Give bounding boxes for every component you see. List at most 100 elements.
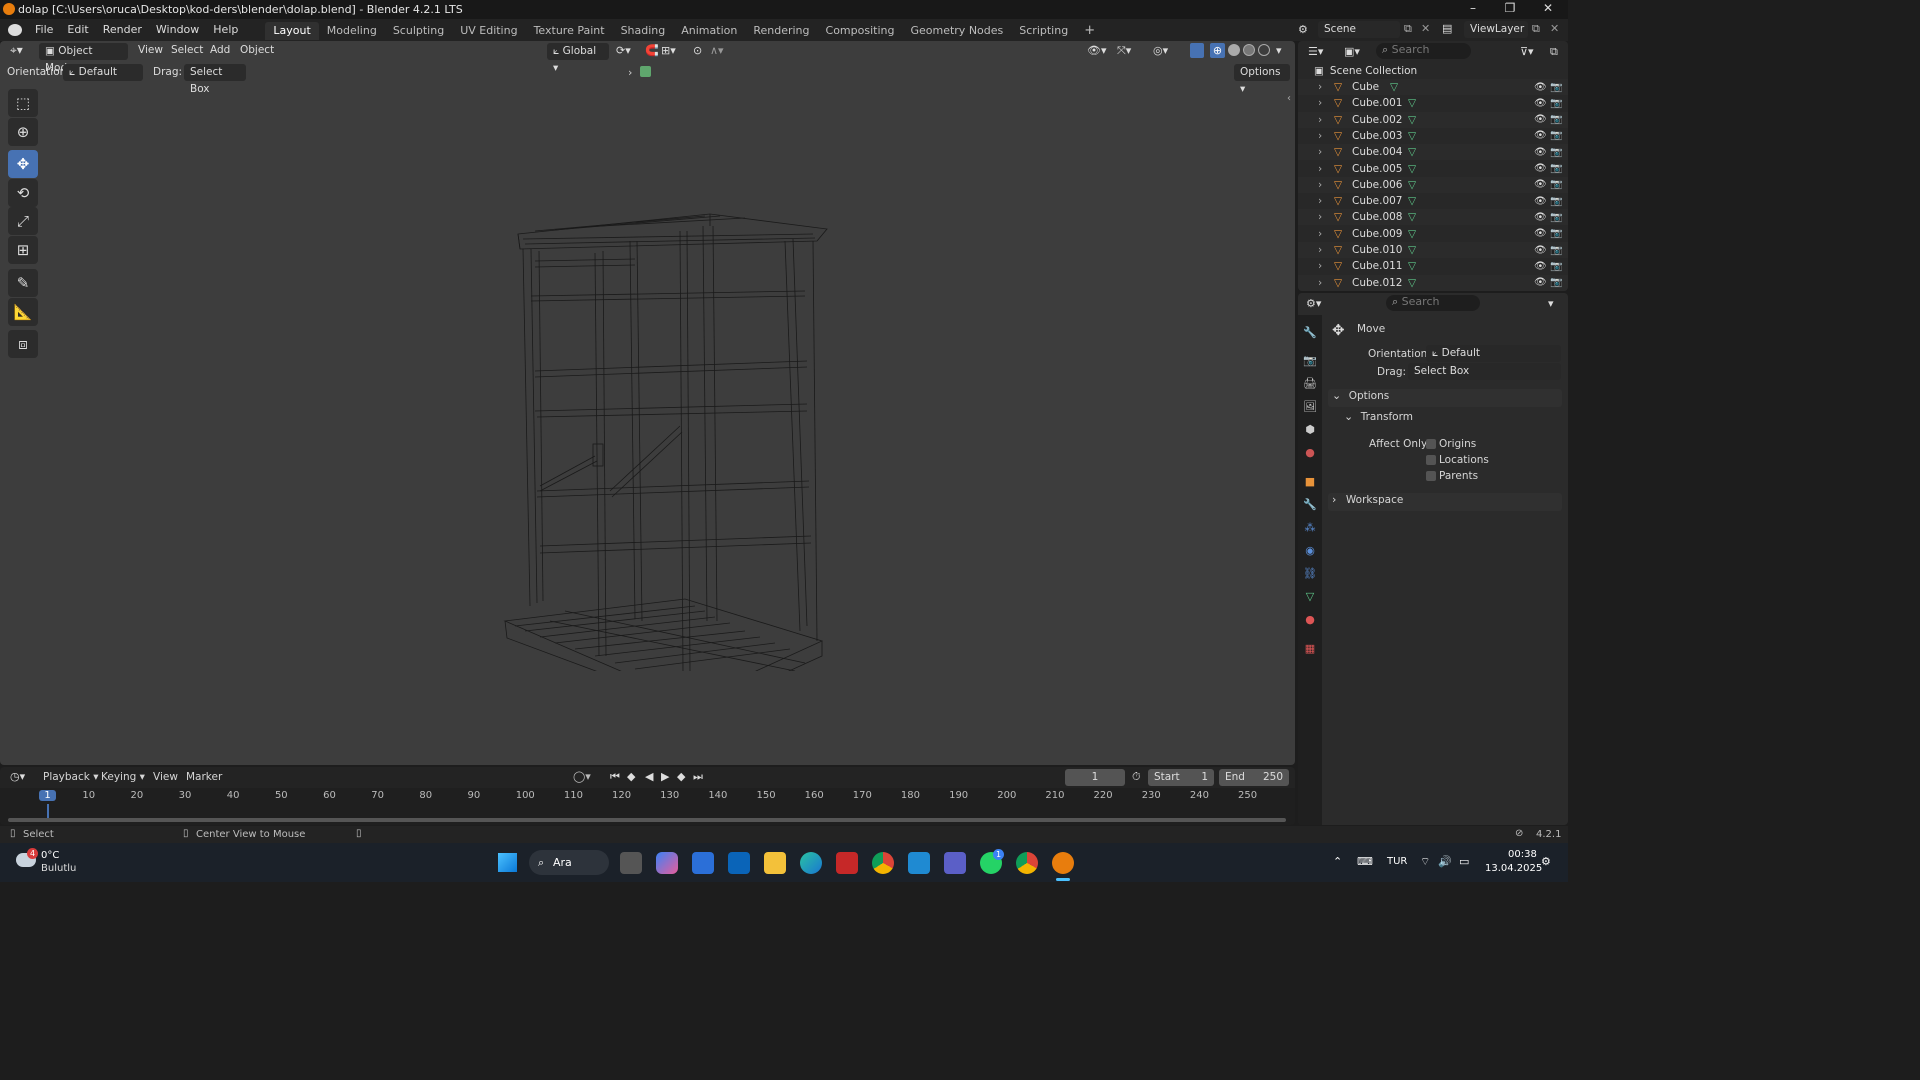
display-mode-icon[interactable]: ▣▾ — [1344, 45, 1360, 58]
snap-icon[interactable]: 🧲 — [645, 44, 659, 57]
camera-icon[interactable]: 📷 — [1550, 147, 1562, 158]
wifi-icon[interactable]: ⌔ — [1420, 855, 1430, 869]
camera-icon[interactable]: 📷 — [1550, 98, 1562, 109]
language-label[interactable]: TUR — [1387, 856, 1407, 867]
preview-range-icon[interactable]: ⏱ — [1132, 770, 1141, 784]
tray-chevron-icon[interactable]: ⌃ — [1333, 855, 1342, 868]
view-layer-new-icon[interactable]: ⧉ — [1532, 22, 1540, 36]
blender-taskbar-icon[interactable] — [1052, 852, 1074, 874]
mesh-data-icon[interactable]: ▽ — [1408, 179, 1416, 191]
locations-checkbox[interactable] — [1426, 455, 1436, 465]
tool-tab-icon[interactable]: 🔧 — [1302, 325, 1318, 341]
eye-icon[interactable]: 👁 — [1534, 114, 1547, 125]
options-panel-header[interactable]: ⌄ Options — [1328, 389, 1562, 407]
shading-material-icon[interactable] — [1243, 44, 1255, 56]
object-name[interactable]: Cube.011 — [1352, 260, 1408, 272]
store-icon[interactable] — [692, 852, 714, 874]
object-name[interactable]: Cube.008 — [1352, 211, 1408, 223]
eye-icon[interactable]: 👁 — [1534, 212, 1547, 223]
properties-type-icon[interactable]: ⚙▾ — [1306, 297, 1321, 310]
camera-icon[interactable]: 📷 — [1550, 179, 1562, 190]
expand-arrow-icon[interactable]: › — [1318, 195, 1330, 207]
view-layer-icon[interactable]: ▤ — [1442, 22, 1452, 35]
editor-type-icon[interactable]: ⌖▾ — [10, 43, 23, 58]
object-name[interactable]: Cube.001 — [1352, 97, 1408, 109]
expand-arrow-icon[interactable]: › — [1318, 277, 1330, 289]
world-tab-icon[interactable]: ● — [1302, 445, 1318, 461]
scene-collection-row[interactable]: ▣ Scene Collection — [1298, 63, 1568, 79]
jump-start-icon[interactable]: ⏮ — [610, 770, 620, 784]
camera-icon[interactable]: 📷 — [1550, 212, 1562, 223]
eye-icon[interactable]: 👁 — [1534, 98, 1547, 109]
eye-icon[interactable]: 👁 — [1534, 163, 1547, 174]
timeline-ruler[interactable]: 1 10 20 30 40 50 60 70 80 90 100 110 120 130 140 150 160… — [0, 788, 1295, 825]
transform-tool[interactable]: ⊞ — [8, 236, 38, 264]
expand-arrow-icon[interactable]: › — [1318, 228, 1330, 240]
expand-arrow-icon[interactable]: › — [628, 66, 632, 79]
object-name[interactable]: Cube.009 — [1352, 228, 1408, 240]
outliner-object-row[interactable]: › ▽ Cube.001 ▽ 👁 📷 — [1298, 95, 1568, 111]
eye-icon[interactable]: 👁 — [1534, 179, 1547, 190]
scene-new-icon[interactable]: ⧉ — [1404, 22, 1412, 36]
expand-arrow-icon[interactable]: › — [1318, 130, 1330, 142]
filter-icon[interactable]: ⊽▾ — [1520, 45, 1534, 58]
expand-arrow-icon[interactable]: › — [1318, 114, 1330, 126]
tab-animation[interactable]: Animation — [673, 22, 745, 40]
maximize-button[interactable]: ❐ — [1492, 0, 1528, 19]
jump-keyframe-forward-icon[interactable]: ◆ — [677, 770, 685, 783]
scale-tool[interactable]: ⤢ — [8, 207, 38, 235]
eye-icon[interactable]: 👁 — [1534, 130, 1547, 141]
measure-tool[interactable]: 📐 — [8, 298, 38, 326]
render-tab-icon[interactable]: 📷 — [1302, 353, 1318, 369]
outliner-type-icon[interactable]: ☰▾ — [1308, 45, 1323, 58]
parents-checkbox[interactable] — [1426, 471, 1436, 481]
physics-tab-icon[interactable]: ◉ — [1302, 543, 1318, 559]
camera-icon[interactable]: 📷 — [1550, 163, 1562, 174]
gizmo-icon[interactable]: ⤧▾ — [1117, 44, 1131, 58]
tab-shading[interactable]: Shading — [613, 22, 674, 40]
material-tab-icon[interactable]: ● — [1302, 612, 1318, 628]
mesh-data-icon[interactable]: ▽ — [1408, 244, 1416, 256]
workspace-panel-header[interactable]: › Workspace — [1328, 493, 1562, 511]
jump-keyframe-back-icon[interactable]: ◆ — [627, 770, 635, 783]
camera-icon[interactable]: 📷 — [1550, 277, 1562, 288]
expand-arrow-icon[interactable]: › — [1318, 211, 1330, 223]
cursor-tool[interactable]: ⊕ — [8, 118, 38, 146]
proportional-editing-icon[interactable]: ⊙ — [693, 44, 702, 57]
camera-icon[interactable]: 📷 — [1550, 82, 1562, 93]
menu-window[interactable]: Window — [149, 19, 206, 41]
minimize-button[interactable]: – — [1455, 0, 1491, 19]
outliner-object-row[interactable]: › ▽ Cube.003 ▽ 👁 📷 — [1298, 128, 1568, 144]
scene-icon[interactable]: ⚙ — [1298, 23, 1312, 37]
camera-icon[interactable]: 📷 — [1550, 228, 1562, 239]
mesh-data-icon[interactable]: ▽ — [1408, 114, 1416, 126]
transform-subpanel-header[interactable]: ⌄ Transform — [1342, 410, 1542, 428]
current-frame-field[interactable]: 1 — [1065, 769, 1125, 786]
expand-arrow-icon[interactable]: › — [1318, 81, 1330, 93]
outliner-object-row[interactable]: › ▽ Cube.006 ▽ 👁 📷 — [1298, 176, 1568, 193]
overlay-icon[interactable]: ◎▾ — [1153, 44, 1168, 57]
object-name[interactable]: Cube.005 — [1352, 163, 1408, 175]
object-name[interactable]: Cube — [1352, 81, 1390, 93]
close-button[interactable]: ✕ — [1530, 0, 1566, 19]
scene-close-icon[interactable]: ✕ — [1421, 22, 1430, 35]
xray-icon[interactable] — [1190, 43, 1204, 58]
select-box-tool[interactable]: ⬚ — [8, 89, 38, 117]
notifications-icon[interactable]: ⚙ — [1541, 855, 1551, 868]
falloff-icon[interactable]: ∧▾ — [710, 44, 724, 57]
drag-dropdown[interactable]: Select Box — [184, 64, 246, 95]
3d-viewport[interactable]: ⌖▾ ▣ Object Mode ▾ View Select Add Objec… — [0, 41, 1295, 765]
shading-options-icon[interactable]: ▾ — [1276, 44, 1282, 57]
file-explorer-icon[interactable] — [764, 852, 786, 874]
active-tool-icon[interactable] — [640, 66, 651, 77]
eye-icon[interactable]: 👁 — [1534, 82, 1547, 93]
outliner-object-row[interactable]: › ▽ Cube.009 ▽ 👁 📷 — [1298, 226, 1568, 242]
menu-file[interactable]: File — [28, 19, 60, 41]
timeline-scrollbar[interactable] — [8, 818, 1286, 822]
add-cube-tool[interactable]: ⧈ — [8, 330, 38, 358]
mesh-data-icon[interactable]: ▽ — [1408, 130, 1416, 142]
object-name[interactable]: Cube.004 — [1352, 146, 1408, 158]
modifier-tab-icon[interactable]: 🔧 — [1302, 497, 1318, 513]
sidebar-toggle-icon[interactable]: ‹ — [1287, 93, 1291, 104]
expand-arrow-icon[interactable]: › — [1318, 163, 1330, 175]
